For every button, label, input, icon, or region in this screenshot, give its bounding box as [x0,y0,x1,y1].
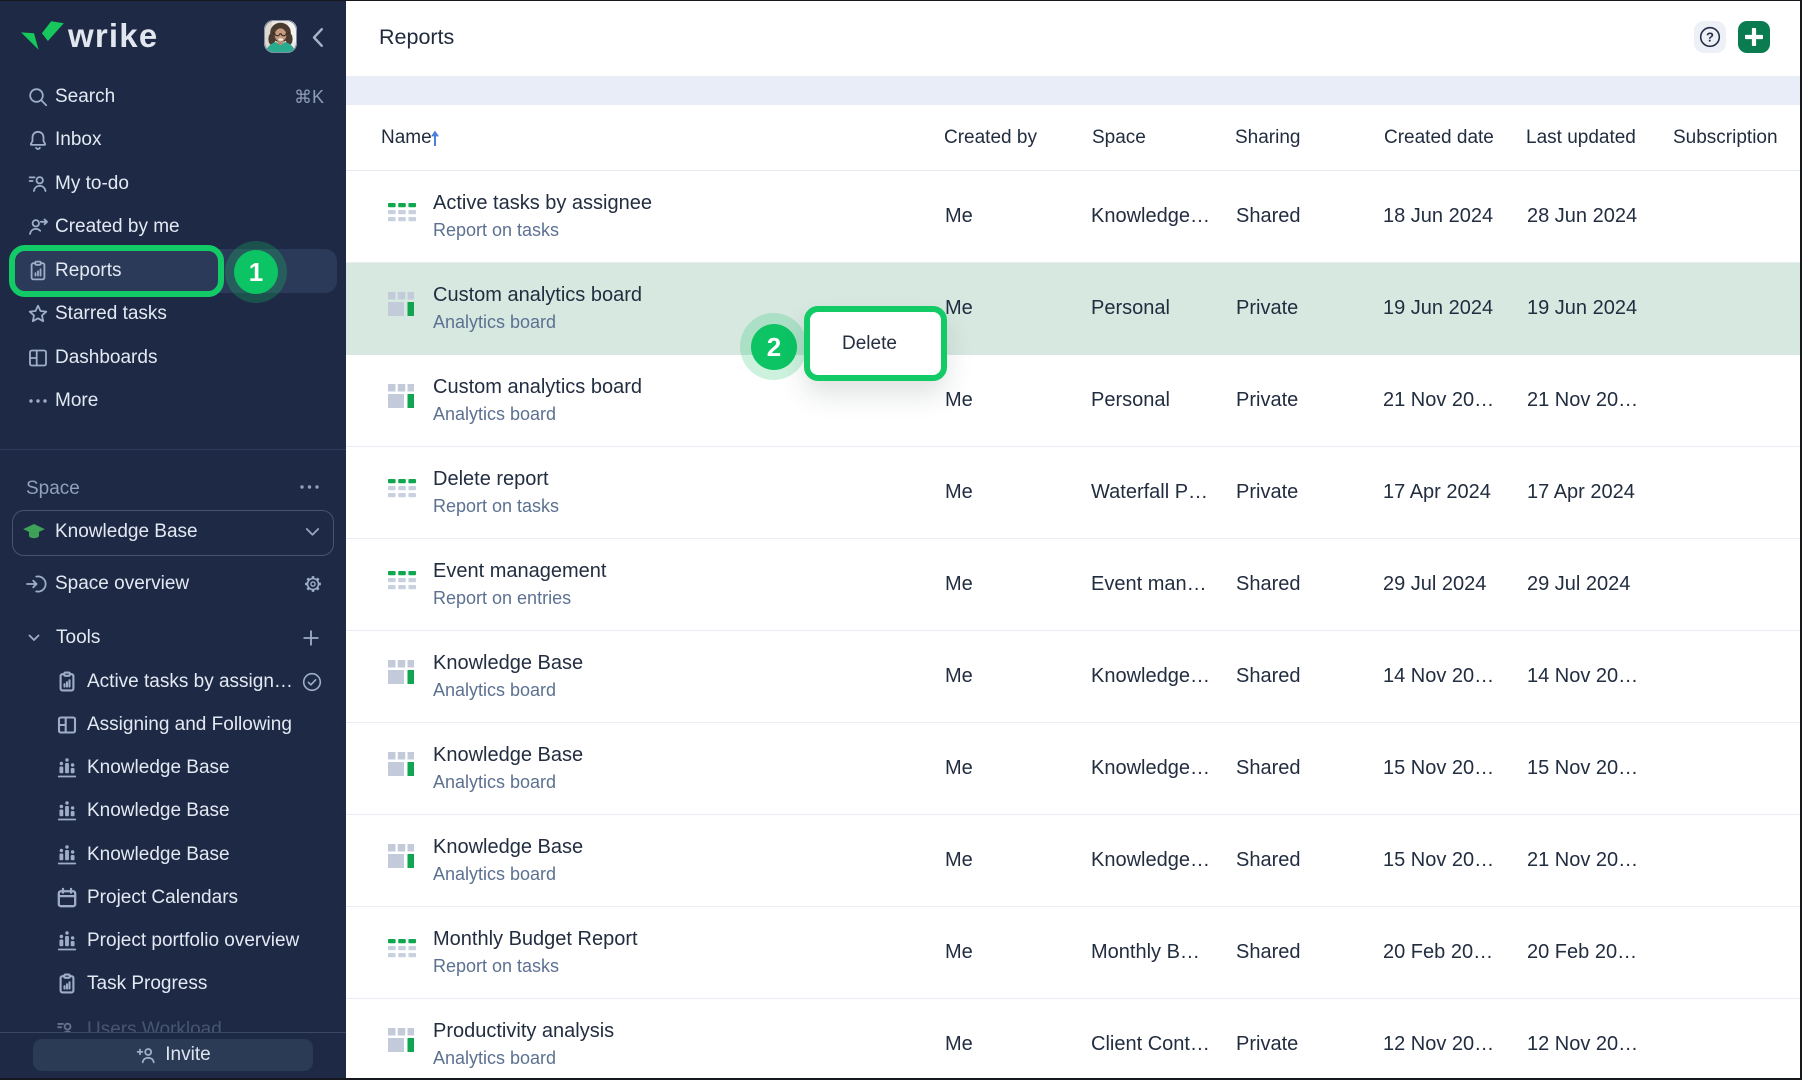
svg-text:?: ? [1706,30,1714,45]
